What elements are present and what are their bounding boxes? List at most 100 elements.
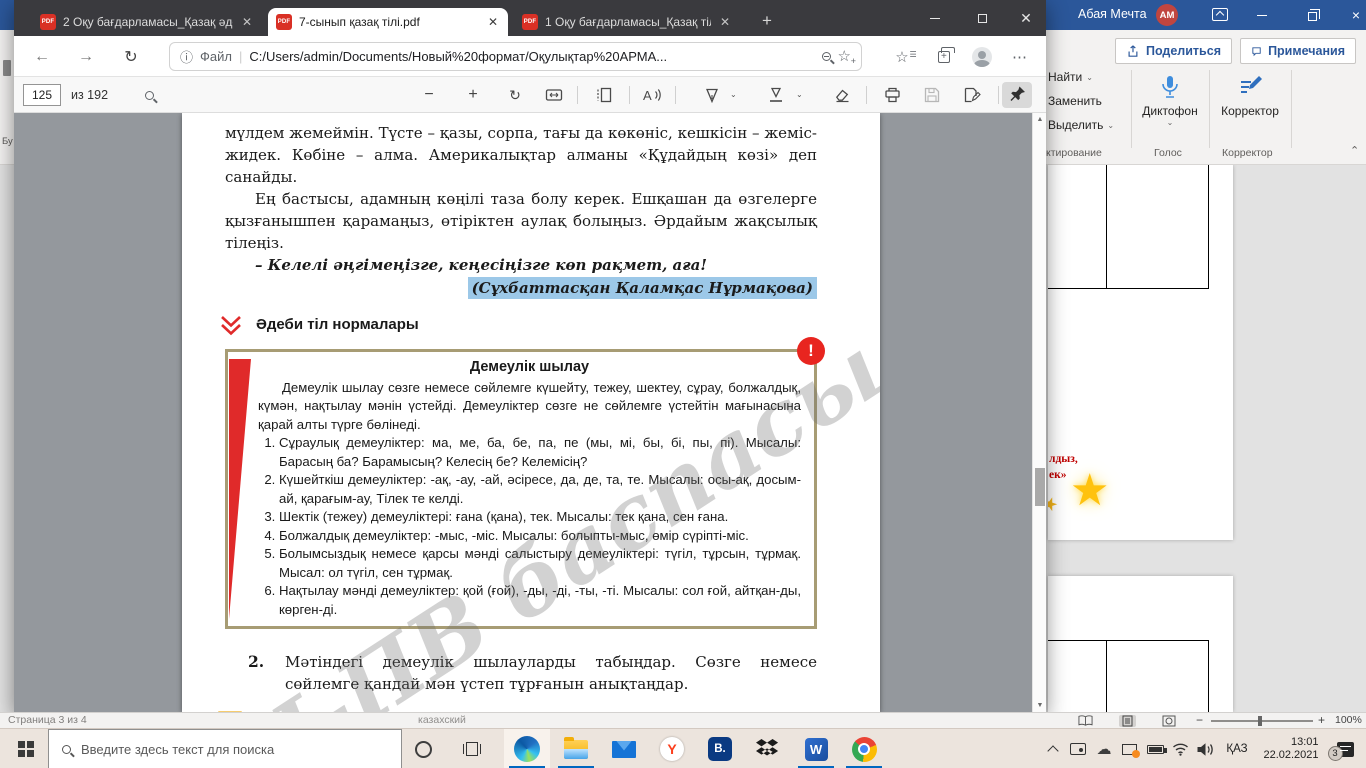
new-tab-button[interactable]: +	[754, 8, 780, 34]
taskbar-search[interactable]: Введите здесь текст для поиска	[48, 729, 402, 768]
tab-close-icon[interactable]: ✕	[718, 15, 732, 29]
tray-onedrive-button[interactable]: ☁	[1092, 729, 1116, 768]
language-indicator[interactable]: ҚАЗ	[1222, 729, 1252, 768]
add-favorite-icon[interactable]: ☆	[838, 49, 857, 66]
tab-2-active[interactable]: PDF 7-сынып қазақ тілі.pdf ✕	[268, 8, 508, 36]
zoom-out-button[interactable]: −	[1196, 713, 1203, 727]
fit-to-width-button[interactable]	[544, 86, 564, 104]
tray-wifi-button[interactable]	[1168, 729, 1192, 768]
taskbar-explorer-button[interactable]	[553, 729, 599, 768]
web-layout-icon	[1162, 715, 1176, 727]
tab-close-icon[interactable]: ✕	[240, 15, 254, 29]
zoom-out-button[interactable]: −	[419, 86, 439, 104]
replace-button[interactable]: Заменить	[1048, 94, 1102, 108]
edge-close-button[interactable]: ✕	[1004, 0, 1048, 36]
cast-icon	[1070, 743, 1086, 755]
draw-button[interactable]	[702, 86, 722, 104]
highlight-options-chevron-icon[interactable]: ⌄	[796, 90, 803, 99]
address-bar[interactable]: ⓘ Файл | C:/Users/admin/Documents/Новый%…	[169, 42, 862, 71]
tray-expand-button[interactable]	[1042, 729, 1064, 768]
zoom-slider-thumb[interactable]	[1258, 716, 1262, 726]
save-button[interactable]	[922, 86, 942, 104]
select-button[interactable]: Выделить ⌄	[1048, 118, 1114, 132]
tray-volume-button[interactable]	[1192, 729, 1218, 768]
word-account-avatar[interactable]: АМ	[1156, 4, 1178, 26]
tab-3[interactable]: PDF 1 Оқу бағдарламасы_Қазақ тілі ✕	[514, 8, 740, 36]
forward-button[interactable]: →	[74, 45, 98, 69]
page-view-button[interactable]	[594, 86, 614, 104]
read-mode-button[interactable]	[1078, 715, 1093, 727]
task-view-button[interactable]	[452, 729, 492, 768]
cortana-button[interactable]	[404, 729, 442, 768]
clock[interactable]: 13:01 22.02.2021	[1258, 729, 1324, 768]
settings-menu-button[interactable]: ⋯	[1008, 45, 1032, 69]
toolbar-separator	[577, 86, 578, 104]
fit-width-icon	[545, 89, 563, 101]
word-statusbar: Страница 3 из 4 казахский − + 100%	[0, 712, 1366, 728]
start-button[interactable]	[8, 729, 44, 768]
zoom-in-button[interactable]: +	[1318, 713, 1325, 727]
action-center-button[interactable]: 3	[1327, 729, 1360, 768]
highlight-button[interactable]	[766, 86, 786, 104]
tray-display-app-button[interactable]	[1116, 729, 1142, 768]
document-scrollbar[interactable]: ▲ ▼	[1032, 113, 1046, 712]
back-button[interactable]: ←	[30, 45, 54, 69]
scroll-down-icon[interactable]: ▼	[1033, 702, 1047, 709]
erase-button[interactable]	[832, 86, 852, 104]
page-info[interactable]: Страница 3 из 4	[8, 714, 87, 726]
print-button[interactable]	[882, 86, 902, 104]
taskbar-edge-button[interactable]	[504, 729, 550, 768]
profile-button[interactable]	[970, 45, 994, 69]
zoom-slider-track[interactable]	[1211, 720, 1313, 722]
tab-close-icon[interactable]: ✕	[486, 15, 500, 29]
dictate-button[interactable]: Диктофон ⌄	[1138, 74, 1202, 127]
tray-cast-button[interactable]	[1066, 729, 1090, 768]
share-button[interactable]: Поделиться	[1115, 38, 1232, 64]
read-aloud-button[interactable]: A	[642, 86, 662, 104]
zoom-in-button[interactable]: +	[463, 86, 483, 104]
collections-button[interactable]	[932, 45, 956, 69]
taskbar-booking-button[interactable]: B.	[697, 729, 743, 768]
word-minimize-button[interactable]	[1242, 0, 1282, 30]
edge-minimize-button[interactable]	[913, 0, 957, 36]
taskbar-chrome-button[interactable]	[841, 729, 887, 768]
favorites-bar-button[interactable]: ☆	[890, 45, 917, 69]
editor-button[interactable]: Корректор	[1218, 74, 1282, 118]
search-document-button[interactable]	[139, 86, 159, 104]
language-status[interactable]: казахский	[418, 714, 466, 726]
draw-options-chevron-icon[interactable]: ⌄	[730, 90, 737, 99]
scrollbar-thumb[interactable]	[1035, 468, 1045, 506]
ribbon-display-options-icon[interactable]	[1212, 8, 1228, 21]
taskbar-dropbox-button[interactable]	[745, 729, 791, 768]
tab-1[interactable]: PDF 2 Оқу бағдарламасы_Қазақ әде ✕	[32, 8, 262, 36]
scroll-up-icon[interactable]: ▲	[1033, 116, 1047, 123]
notification-count-badge: 3	[1327, 745, 1343, 761]
print-layout-button[interactable]	[1119, 715, 1136, 727]
page-number-input[interactable]	[23, 84, 61, 106]
comments-button[interactable]: Примечания	[1240, 38, 1356, 64]
web-layout-button[interactable]	[1162, 715, 1176, 727]
edge-maximize-button[interactable]	[960, 0, 1004, 36]
taskbar-mail-button[interactable]	[601, 729, 647, 768]
pdf-viewport[interactable]: АН-ПВ баспасы мүлдем жемеймін. Түсте – қ…	[14, 113, 1032, 712]
url-text[interactable]: C:/Users/admin/Documents/Новый%20формат/…	[249, 49, 814, 64]
page-info-icon[interactable]: ⓘ	[180, 47, 193, 66]
pin-toolbar-button[interactable]	[1007, 84, 1027, 102]
exercise-2: 2. Мәтіндегі демеулік шылауларды табыңда…	[225, 651, 817, 695]
date: 22.02.2021	[1263, 749, 1319, 761]
save-as-button[interactable]	[962, 86, 982, 104]
refresh-button[interactable]: ↻	[119, 45, 143, 69]
taskbar-word-button[interactable]: W	[793, 729, 839, 768]
word-close-button[interactable]: ×	[1336, 0, 1366, 30]
rotate-button[interactable]: ↻	[505, 86, 525, 104]
zoom-level[interactable]: 100%	[1335, 714, 1362, 726]
zoom-out-page-icon[interactable]	[821, 52, 831, 61]
find-button[interactable]: Найти ⌄	[1048, 70, 1093, 84]
tray-battery-button[interactable]	[1142, 729, 1168, 768]
battery-icon	[1146, 744, 1167, 754]
search-icon	[62, 744, 71, 754]
collapse-ribbon-icon[interactable]: ⌃	[1350, 144, 1359, 157]
pdf-page: АН-ПВ баспасы мүлдем жемеймін. Түсте – қ…	[182, 113, 880, 712]
taskbar-yandex-button[interactable]: Y	[649, 729, 695, 768]
word-restore-button[interactable]	[1292, 0, 1332, 30]
